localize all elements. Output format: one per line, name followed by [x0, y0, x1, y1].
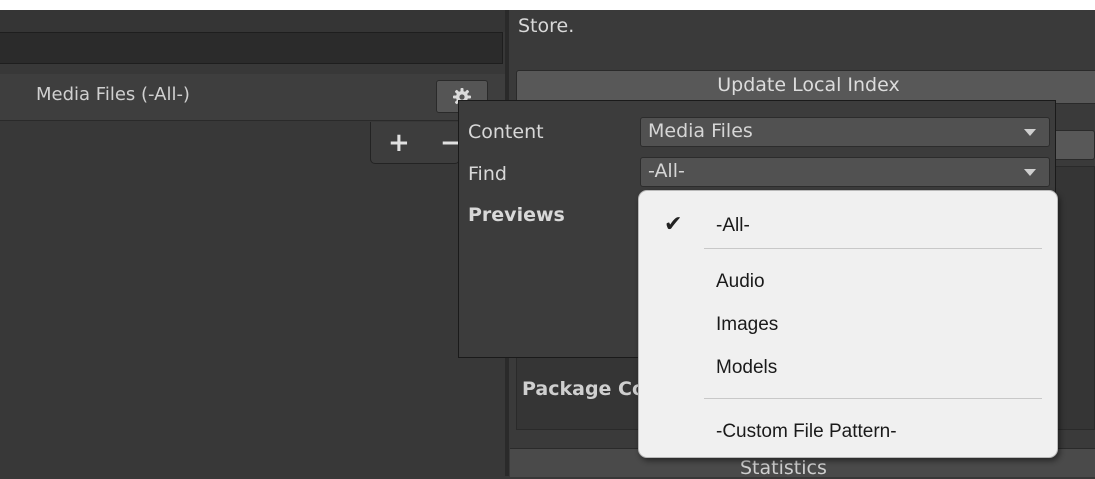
- store-text: Store.: [518, 15, 575, 37]
- left-panel-top: [0, 10, 508, 32]
- menu-item-all[interactable]: -All-: [716, 215, 750, 237]
- chevron-down-icon: [1024, 169, 1036, 176]
- menu-item-custom-file-pattern[interactable]: -Custom File Pattern-: [716, 421, 897, 443]
- top-strip: [0, 0, 1095, 10]
- find-dropdown[interactable]: [640, 157, 1050, 187]
- update-local-index-label: Update Local Index: [717, 74, 900, 96]
- find-label: Find: [468, 163, 507, 185]
- menu-separator: [704, 398, 1042, 399]
- menu-item-models[interactable]: Models: [716, 357, 777, 379]
- content-dropdown-value: Media Files: [648, 120, 753, 142]
- menu-separator: [704, 248, 1042, 249]
- previews-label: Previews: [468, 204, 565, 226]
- search-field[interactable]: [0, 32, 503, 64]
- left-gap: [0, 64, 508, 74]
- menu-item-images[interactable]: Images: [716, 314, 778, 336]
- list-body: [0, 122, 505, 476]
- find-dropdown-value: -All-: [648, 160, 685, 182]
- chevron-down-icon: [1024, 129, 1036, 136]
- content-label: Content: [468, 121, 544, 143]
- add-button[interactable]: +: [388, 128, 410, 158]
- menu-item-audio[interactable]: Audio: [716, 271, 765, 293]
- find-dropdown-menu: [638, 190, 1058, 458]
- checkmark-icon: ✔: [664, 212, 683, 237]
- list-header-title: Media Files (-All-): [36, 84, 190, 105]
